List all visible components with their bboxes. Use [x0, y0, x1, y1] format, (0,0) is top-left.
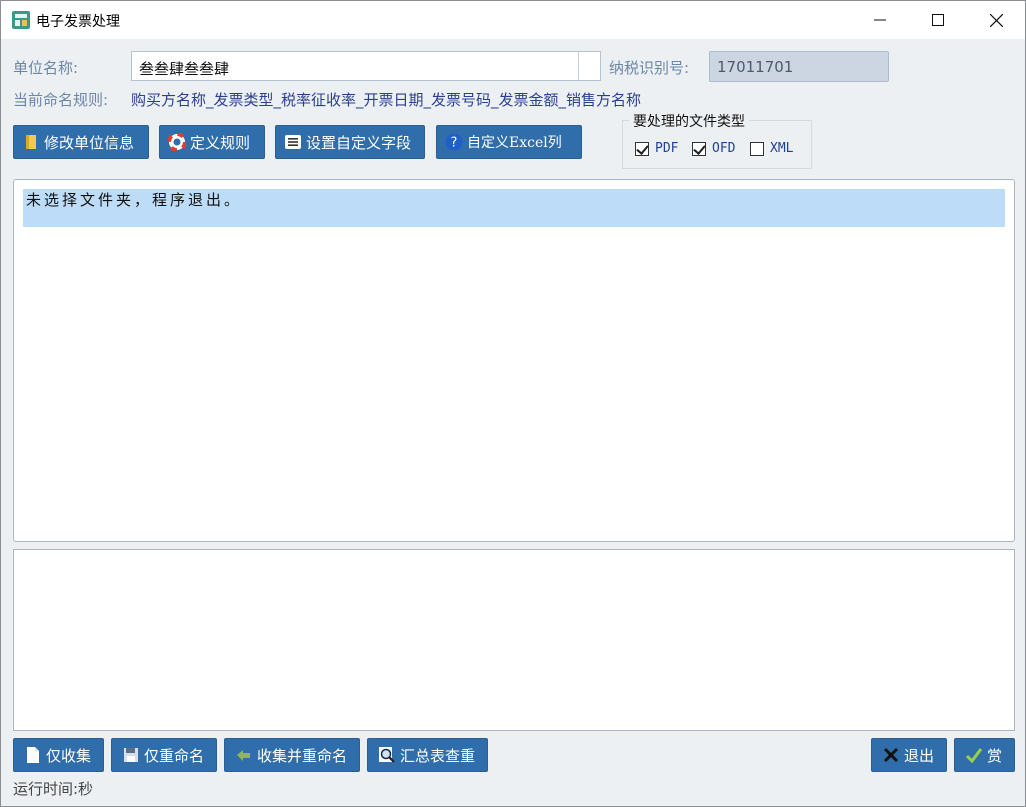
save-icon	[124, 748, 138, 762]
window-title: 电子发票处理	[36, 14, 120, 30]
unit-name-input[interactable]: 叁叁肆叁叁肆	[131, 51, 601, 81]
unit-name-dropdown[interactable]	[578, 52, 600, 80]
close-button[interactable]	[967, 1, 1025, 39]
book-icon	[26, 135, 36, 149]
checkbox-ofd-box[interactable]	[692, 141, 706, 156]
help-icon: ?	[445, 133, 463, 151]
unit-name-label: 单位名称:	[13, 59, 79, 77]
lifebuoy-icon	[168, 133, 186, 151]
cross-icon	[883, 747, 899, 763]
define-rule-button[interactable]: 定义规则	[159, 125, 265, 159]
tax-id-label: 纳税识别号:	[609, 59, 690, 77]
log-list[interactable]: 未选择文件夹，程序退出。	[13, 179, 1015, 542]
maximize-button[interactable]	[909, 1, 967, 39]
checkbox-ofd[interactable]: OFD	[692, 141, 735, 156]
summary-dedupe-button[interactable]: 汇总表查重	[367, 738, 488, 772]
naming-rule-value: 购买方名称_发票类型_税率征收率_开票日期_发票号码_发票金额_销售方名称	[131, 91, 642, 109]
maximize-icon	[932, 14, 944, 26]
app-icon	[12, 11, 30, 29]
close-icon	[989, 13, 1003, 27]
svg-text:?: ?	[451, 136, 458, 151]
back-arrow-icon	[237, 750, 250, 761]
naming-rule-label: 当前命名规则:	[13, 91, 109, 109]
title-bar: 电子发票处理	[1, 1, 1025, 39]
checkmark-icon	[965, 748, 983, 764]
file-type-title: 要处理的文件类型	[629, 111, 749, 131]
tax-id-value: 17011701	[717, 58, 794, 76]
runtime-status: 运行时间:秒	[13, 780, 94, 798]
magnifier-icon	[379, 747, 395, 763]
collect-only-button[interactable]: 仅收集	[13, 738, 104, 772]
collect-and-rename-button[interactable]: 收集并重命名	[224, 738, 360, 772]
reward-button[interactable]: 赏	[954, 738, 1015, 772]
checkbox-xml-box[interactable]	[750, 141, 764, 156]
document-icon	[27, 747, 39, 763]
output-textarea[interactable]	[13, 549, 1015, 731]
minimize-button[interactable]	[851, 1, 909, 39]
checkbox-pdf[interactable]: PDF	[635, 141, 678, 156]
custom-excel-button[interactable]: ? 自定义Excel列	[436, 125, 582, 159]
checkbox-pdf-box[interactable]	[635, 141, 649, 156]
unit-name-value: 叁叁肆叁叁肆	[139, 60, 230, 78]
log-line: 未选择文件夹，程序退出。	[26, 191, 243, 209]
minimize-icon	[874, 19, 886, 21]
app-window: 电子发票处理 单位名称: 叁叁肆叁叁肆 纳税识别号: 17011701 当前命名…	[0, 0, 1026, 807]
checkbox-xml[interactable]: XML	[750, 141, 793, 156]
tax-id-field: 17011701	[709, 51, 889, 82]
list-icon	[285, 135, 301, 149]
edit-unit-button[interactable]: 修改单位信息	[13, 125, 149, 159]
exit-button[interactable]: 退出	[871, 738, 947, 772]
rename-only-button[interactable]: 仅重命名	[111, 738, 217, 772]
custom-fields-button[interactable]: 设置自定义字段	[275, 125, 425, 159]
